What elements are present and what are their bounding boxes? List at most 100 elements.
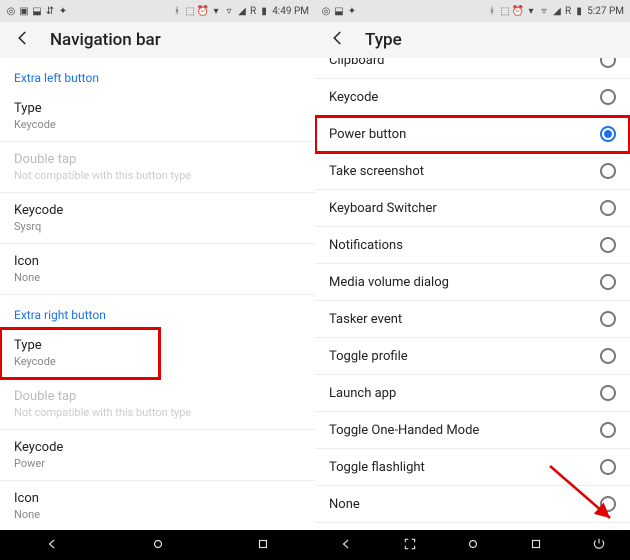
status-time: 4:49 PM — [272, 6, 309, 17]
back-icon[interactable] — [14, 29, 32, 51]
option-label: Notifications — [329, 238, 403, 253]
circle-icon: ◎ — [321, 6, 331, 16]
header-right: Type — [315, 22, 630, 58]
option-row[interactable]: Power button — [315, 116, 630, 153]
nfc-icon: ▾ — [526, 6, 536, 16]
pref-title: Keycode — [14, 203, 301, 218]
option-row[interactable]: Toggle profile — [315, 338, 630, 375]
back-icon[interactable] — [329, 29, 347, 51]
nav-recent-icon[interactable] — [529, 536, 543, 555]
radio-icon — [600, 311, 616, 327]
option-label: Toggle flashlight — [329, 460, 425, 475]
pref-title: Type — [14, 338, 146, 353]
download-icon: ⬓ — [334, 6, 344, 16]
pref-subtitle: Sysrq — [14, 220, 301, 233]
status-time: 5:27 PM — [587, 6, 624, 17]
option-label: None — [329, 497, 360, 512]
nav-recent-icon[interactable] — [256, 536, 270, 555]
pref-keycode-left[interactable]: Keycode Sysrq — [0, 193, 315, 244]
pref-title: Keycode — [14, 440, 301, 455]
nfc-icon: ▾ — [211, 6, 221, 16]
pref-icon-right[interactable]: Icon None — [0, 481, 315, 530]
signal-icon: ◢ — [237, 6, 247, 16]
battery-icon: ▮ — [574, 6, 584, 16]
section-extra-left: Extra left button — [0, 58, 315, 91]
nav-back-icon[interactable] — [46, 536, 60, 555]
pref-subtitle: Keycode — [14, 118, 301, 131]
pref-keycode-right[interactable]: Keycode Power — [0, 430, 315, 481]
pref-subtitle: Not compatible with this button type — [14, 169, 301, 182]
option-label: Take screenshot — [329, 164, 424, 179]
nav-power-icon[interactable] — [592, 536, 606, 555]
option-row[interactable]: Toggle One-Handed Mode — [315, 412, 630, 449]
radio-icon — [600, 459, 616, 475]
navbar-right — [315, 530, 630, 560]
radio-icon — [600, 200, 616, 216]
radio-icon — [600, 348, 616, 364]
pref-subtitle: Power — [14, 457, 301, 470]
option-label: Keycode — [329, 90, 378, 105]
content-left: Extra left button Type Keycode Double ta… — [0, 58, 315, 530]
nav-fullscreen-icon[interactable] — [403, 536, 417, 555]
pref-subtitle: None — [14, 271, 301, 284]
pref-type-left[interactable]: Type Keycode — [0, 91, 315, 142]
radio-icon — [600, 422, 616, 438]
option-row[interactable]: Keycode — [315, 79, 630, 116]
navbar-left — [0, 530, 315, 560]
option-row[interactable]: Launch app — [315, 375, 630, 412]
option-row[interactable]: Media volume dialog — [315, 264, 630, 301]
bluetooth-icon: ᚼ — [487, 6, 497, 16]
picture-icon: ▣ — [19, 6, 29, 16]
pref-title: Double tap — [14, 152, 301, 167]
wifi-icon: ▿ — [224, 6, 234, 16]
bluetooth-icon: ᚼ — [172, 6, 182, 16]
pref-doubletap-left: Double tap Not compatible with this butt… — [0, 142, 315, 193]
option-label: Media volume dialog — [329, 275, 449, 290]
compass-icon: ✦ — [347, 6, 357, 16]
compass-icon: ✦ — [58, 6, 68, 16]
option-label: Toggle One-Handed Mode — [329, 423, 479, 438]
option-row[interactable]: Keyboard Switcher — [315, 190, 630, 227]
section-extra-right: Extra right button — [0, 295, 315, 328]
radio-icon — [600, 496, 616, 512]
download-icon: ⬓ — [32, 6, 42, 16]
circle-icon: ◎ — [6, 6, 16, 16]
status-bar-left: ◎ ▣ ⬓ ⇵ ✦ ᚼ ⬚ ⏰ ▾ ▿ ◢ R ▮ 4:49 PM — [0, 0, 315, 22]
option-row[interactable]: Toggle flashlight — [315, 449, 630, 486]
pref-subtitle: Not compatible with this button type — [14, 406, 301, 419]
radio-icon — [600, 237, 616, 253]
nav-back-icon[interactable] — [340, 536, 354, 555]
radio-icon — [600, 274, 616, 290]
nav-home-icon[interactable] — [151, 536, 165, 555]
pref-title: Double tap — [14, 389, 301, 404]
pref-doubletap-right: Double tap Not compatible with this butt… — [0, 379, 315, 430]
option-label: Clipboard — [329, 58, 385, 68]
radio-icon — [600, 89, 616, 105]
option-row[interactable]: None — [315, 486, 630, 523]
page-title-right: Type — [365, 30, 402, 50]
right-screenshot: ◎ ⬓ ✦ ᚼ ⬚ ⏰ ▾ ▿ ◢ R ▮ 5:27 PM Type Clipb… — [315, 0, 630, 560]
pref-title: Type — [14, 101, 301, 116]
radio-icon — [600, 126, 616, 142]
option-row[interactable]: Notifications — [315, 227, 630, 264]
network-label: R — [565, 6, 571, 17]
battery-icon: ▮ — [259, 6, 269, 16]
header-left: Navigation bar — [0, 22, 315, 58]
content-right: Clipboard Keycode Power button Take screen… — [315, 58, 630, 530]
vibrate-icon: ⬚ — [500, 6, 510, 16]
pref-subtitle: None — [14, 508, 301, 521]
option-row[interactable]: Take screenshot — [315, 153, 630, 190]
option-label: Toggle profile — [329, 349, 408, 364]
option-clipboard[interactable]: Clipboard — [315, 58, 630, 79]
option-label: Launch app — [329, 386, 396, 401]
network-label: R — [250, 6, 256, 17]
pref-icon-left[interactable]: Icon None — [0, 244, 315, 295]
nav-home-icon[interactable] — [466, 536, 480, 555]
left-screenshot: ◎ ▣ ⬓ ⇵ ✦ ᚼ ⬚ ⏰ ▾ ▿ ◢ R ▮ 4:49 PM Naviga… — [0, 0, 315, 560]
option-label: Keyboard Switcher — [329, 201, 437, 216]
wifi-icon: ▿ — [539, 6, 549, 16]
radio-icon — [600, 163, 616, 179]
pref-type-right[interactable]: Type Keycode — [0, 328, 160, 379]
signal-icon: ◢ — [552, 6, 562, 16]
option-row[interactable]: Tasker event — [315, 301, 630, 338]
